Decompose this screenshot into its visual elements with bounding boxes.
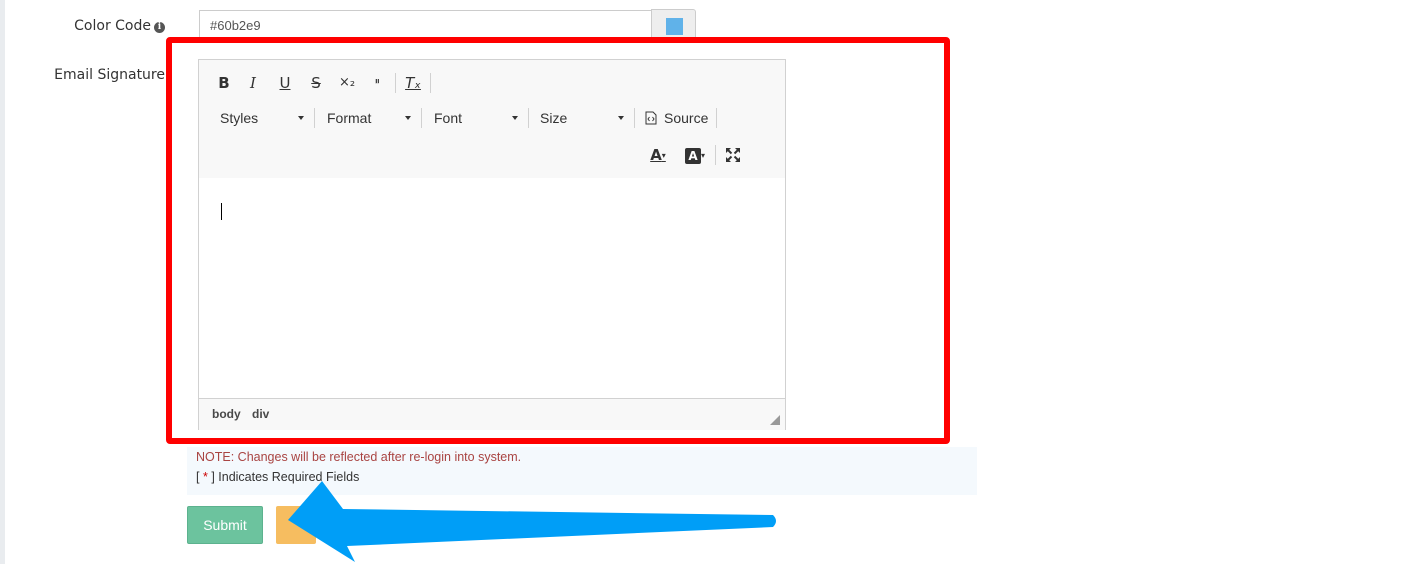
arrow-icon — [288, 481, 776, 562]
arrow-annotation — [288, 481, 776, 562]
